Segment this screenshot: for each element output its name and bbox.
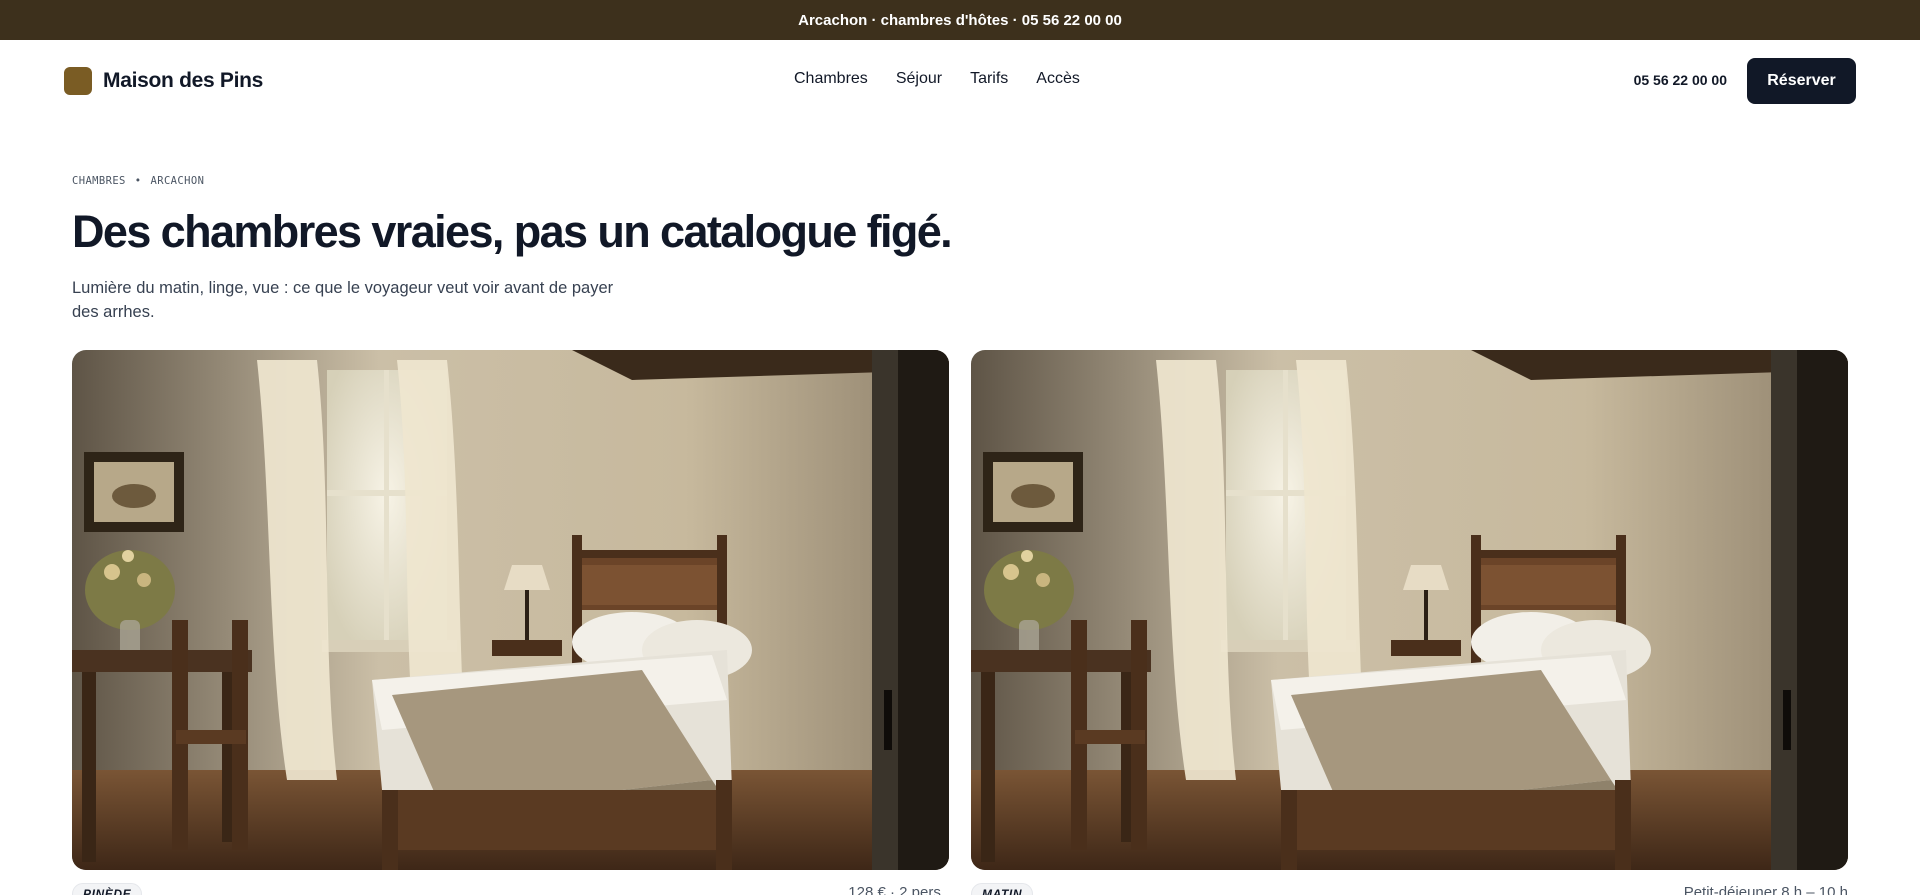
breadcrumb: CHAMBRES • ARCACHON xyxy=(72,175,204,187)
main-nav: Chambres Séjour Tarifs Accès xyxy=(794,70,1080,88)
page-title: Des chambres vraies, pas un catalogue fi… xyxy=(72,206,953,257)
announcement-bar: Arcachon · chambres d'hôtes · 05 56 22 0… xyxy=(0,0,1920,40)
bedroom-illustration xyxy=(72,350,949,870)
room-tag: MATIN xyxy=(971,883,1034,895)
phone-link[interactable]: 05 56 22 00 00 xyxy=(1634,72,1727,88)
room-meta: Petit-déjeuner 8 h – 10 h xyxy=(1683,884,1848,895)
reserve-button[interactable]: Réserver xyxy=(1747,58,1856,104)
bedroom-illustration xyxy=(971,350,1848,870)
nav-item-acces[interactable]: Accès xyxy=(1036,70,1080,88)
nav-item-tarifs[interactable]: Tarifs xyxy=(970,70,1008,88)
brand-logo[interactable]: Maison des Pins xyxy=(64,67,263,95)
site-header: Maison des Pins Chambres Séjour Tarifs A… xyxy=(0,40,1920,122)
breadcrumb-item-arcachon: ARCACHON xyxy=(150,175,205,187)
room-photo-pinede[interactable] xyxy=(72,350,949,870)
room-tag: PINÈDE xyxy=(72,883,143,895)
room-photo-matin[interactable] xyxy=(971,350,1848,870)
brand-mark-icon xyxy=(64,67,92,95)
nav-item-chambres[interactable]: Chambres xyxy=(794,70,868,88)
breadcrumb-item-chambres[interactable]: CHAMBRES xyxy=(72,175,126,187)
room-meta: 128 € · 2 pers. xyxy=(848,884,945,895)
announcement-text: Arcachon · chambres d'hôtes · 05 56 22 0… xyxy=(798,11,1122,29)
nav-item-sejour[interactable]: Séjour xyxy=(896,70,942,88)
breadcrumb-separator: • xyxy=(134,175,142,187)
brand-name: Maison des Pins xyxy=(103,69,264,92)
page-subtitle: Lumière du matin, linge, vue : ce que le… xyxy=(72,279,614,321)
